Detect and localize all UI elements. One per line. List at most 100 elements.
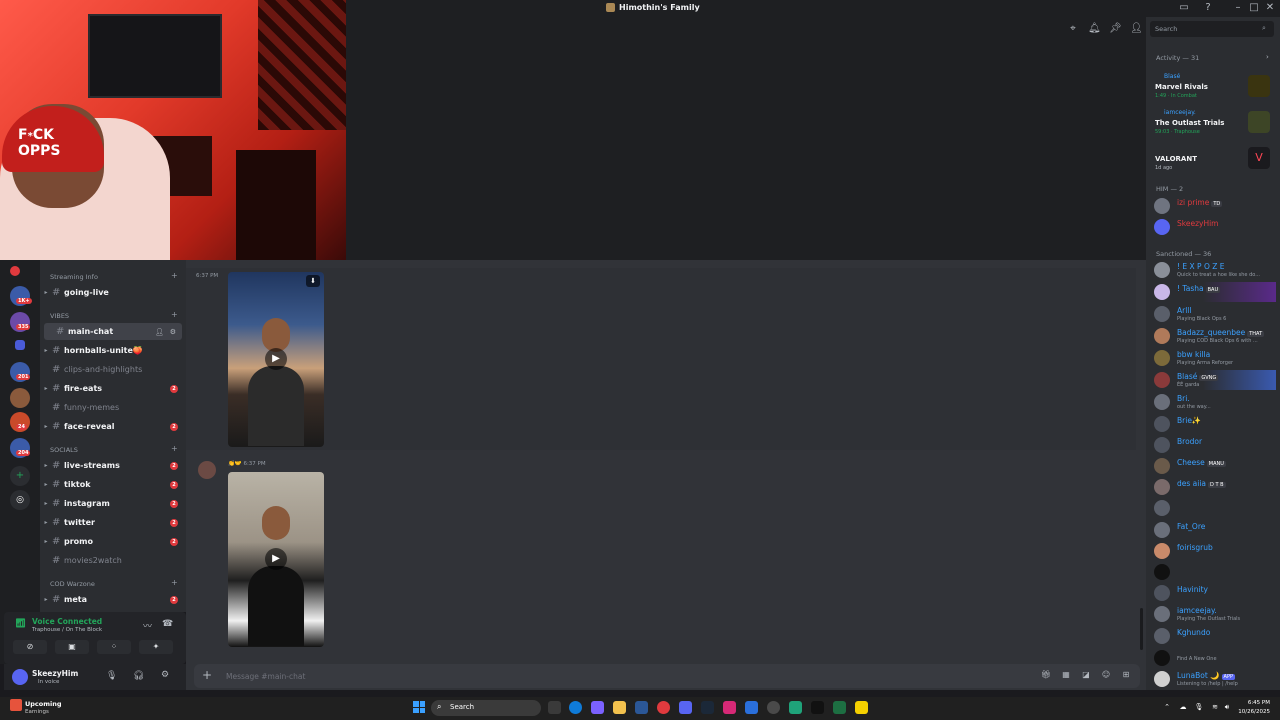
activity-user[interactable]: Blasé: [1164, 73, 1180, 80]
category-socials[interactable]: SOCIALS: [50, 446, 78, 454]
member-item[interactable]: LunaBot 🌙 APP Listening to /help | /help: [1154, 669, 1276, 689]
member-item[interactable]: Brodor: [1154, 435, 1276, 455]
server-icon[interactable]: [10, 266, 20, 276]
discord-icon[interactable]: [679, 701, 692, 714]
search-input[interactable]: [1155, 24, 1255, 34]
channel-movies2watch[interactable]: # movies2watch: [40, 552, 184, 569]
member-item[interactable]: Cheese MANU: [1154, 456, 1276, 476]
tiktok-icon[interactable]: [811, 701, 824, 714]
category-cod-warzone[interactable]: COD Warzone: [50, 580, 95, 588]
channel-going-live[interactable]: ▸ # going-live: [40, 284, 184, 301]
file-explorer-icon[interactable]: [613, 701, 626, 714]
gift-icon[interactable]: 🎁︎: [1040, 670, 1052, 682]
sticker-icon[interactable]: ◪: [1080, 670, 1092, 682]
member-item[interactable]: Bri. out the way...: [1154, 392, 1276, 412]
channel-twitter[interactable]: ▸ # twitter 2: [40, 514, 184, 531]
store-icon[interactable]: [635, 701, 648, 714]
app-icon[interactable]: [789, 701, 802, 714]
volume-icon[interactable]: 🔊︎: [1222, 703, 1232, 713]
obs-icon[interactable]: [767, 701, 780, 714]
member-item[interactable]: [1154, 498, 1276, 518]
play-icon[interactable]: ▶: [265, 348, 287, 370]
microphone-icon[interactable]: 🎙︎: [106, 671, 117, 681]
member-item[interactable]: bbw killa Playing Arma Reforger: [1154, 348, 1276, 368]
chrome-icon[interactable]: [657, 701, 670, 714]
app-icon[interactable]: [745, 701, 758, 714]
microphone-icon[interactable]: 🎙︎: [1194, 703, 1204, 713]
member-item[interactable]: Badazz_queenbee THAT Playing COD Black Op…: [1154, 326, 1276, 346]
activities-button[interactable]: ⁘: [97, 640, 131, 654]
close-icon[interactable]: ✕: [1264, 2, 1276, 14]
edge-icon[interactable]: [569, 701, 582, 714]
member-izi-prime[interactable]: izi prime TD: [1154, 196, 1276, 216]
member-item[interactable]: ! Tasha BAU: [1154, 282, 1276, 302]
member-item[interactable]: foirisgrub: [1154, 541, 1276, 561]
member-item[interactable]: [1154, 562, 1276, 582]
channel-live-streams[interactable]: ▸ # live-streams 2: [40, 457, 184, 474]
inbox-icon[interactable]: ▭: [1178, 2, 1190, 14]
camera-off-button[interactable]: ⊘: [13, 640, 47, 654]
excel-icon[interactable]: [833, 701, 846, 714]
channel-promo[interactable]: ▸ # promo 2: [40, 533, 184, 550]
soundboard-button[interactable]: ✦: [139, 640, 173, 654]
member-list-icon[interactable]: 👤︎: [1130, 23, 1143, 35]
channel-fire-eats[interactable]: ▸ # fire-eats 2: [40, 380, 184, 397]
invite-icon[interactable]: 👤︎: [155, 328, 164, 336]
maximize-icon[interactable]: □: [1248, 2, 1260, 14]
member-skeezyhim[interactable]: SkeezyHim: [1154, 217, 1276, 237]
activity-header[interactable]: Activity — 31: [1156, 54, 1199, 62]
chat-scrollbar[interactable]: [1140, 608, 1143, 650]
member-item[interactable]: iamceejay. Playing The Outlast Trials: [1154, 604, 1276, 624]
member-item[interactable]: Find A New One: [1154, 648, 1276, 668]
member-item[interactable]: des aiia D T B: [1154, 477, 1276, 497]
task-view-icon[interactable]: [548, 701, 561, 714]
category-vibes[interactable]: VIBES: [50, 312, 69, 320]
disconnect-icon[interactable]: ☎: [162, 619, 173, 629]
add-server-icon[interactable]: +: [10, 466, 30, 486]
member-item[interactable]: Arlll Playing Black Ops 6: [1154, 304, 1276, 324]
message-avatar[interactable]: [198, 461, 216, 479]
headphones-icon[interactable]: 🎧︎: [133, 671, 144, 681]
channel-funny-memes[interactable]: # funny-memes: [40, 399, 184, 416]
member-item[interactable]: ! E X P O Z E Quick to treat a hoe like …: [1154, 260, 1276, 280]
steam-icon[interactable]: [701, 701, 714, 714]
windows-start-icon[interactable]: [413, 701, 425, 713]
pin-icon[interactable]: 📌︎: [1109, 23, 1122, 35]
member-item[interactable]: Kghundo: [1154, 626, 1276, 646]
category-streaming[interactable]: Streaming Info: [50, 273, 98, 281]
threads-icon[interactable]: ⌖: [1067, 23, 1079, 35]
member-item[interactable]: Brie✨: [1154, 414, 1276, 434]
help-icon[interactable]: ?: [1202, 2, 1214, 14]
minimize-icon[interactable]: –: [1232, 2, 1244, 14]
add-channel-icon[interactable]: +: [171, 578, 178, 587]
username[interactable]: SkeezyHim: [32, 669, 78, 678]
channel-face-reveal[interactable]: ▸ # face-reveal 2: [40, 418, 184, 435]
instagram-icon[interactable]: [723, 701, 736, 714]
tray-app-icon[interactable]: ☁: [1178, 703, 1188, 713]
message-hovered[interactable]: [186, 268, 1136, 450]
channel-instagram[interactable]: ▸ # instagram 2: [40, 495, 184, 512]
noise-suppression-icon[interactable]: 〰: [143, 619, 152, 632]
clock-date[interactable]: 10/26/2025: [1236, 709, 1270, 715]
gif-icon[interactable]: ▦: [1060, 670, 1072, 682]
add-attachment-icon[interactable]: +: [202, 668, 212, 682]
widgets-icon[interactable]: [10, 699, 22, 711]
add-channel-icon[interactable]: +: [171, 444, 178, 453]
channel-main-chat[interactable]: # main-chat 👤︎ ⚙: [44, 323, 182, 340]
voice-channel-name[interactable]: Traphouse / On The Block: [32, 627, 102, 633]
channel-tiktok[interactable]: ▸ # tiktok 2: [40, 476, 184, 493]
activity-user[interactable]: iamceejay.: [1164, 109, 1196, 116]
signal-icon[interactable]: 📶︎: [15, 619, 26, 629]
member-item[interactable]: Fat_Ore: [1154, 520, 1276, 540]
add-channel-icon[interactable]: +: [171, 310, 178, 319]
tray-overflow-icon[interactable]: ⌃: [1162, 703, 1172, 713]
member-item[interactable]: Blasé GVNG ÉÉ garda: [1154, 370, 1276, 390]
copilot-icon[interactable]: [591, 701, 604, 714]
play-icon[interactable]: ▶: [265, 548, 287, 570]
sticky-notes-icon[interactable]: [855, 701, 868, 714]
gear-icon[interactable]: ⚙: [170, 328, 176, 336]
search-icon[interactable]: ⌕: [1262, 24, 1266, 33]
add-channel-icon[interactable]: +: [171, 271, 178, 280]
emoji-icon[interactable]: ☺: [1100, 670, 1112, 682]
clock-time[interactable]: 6:45 PM: [1244, 700, 1270, 706]
